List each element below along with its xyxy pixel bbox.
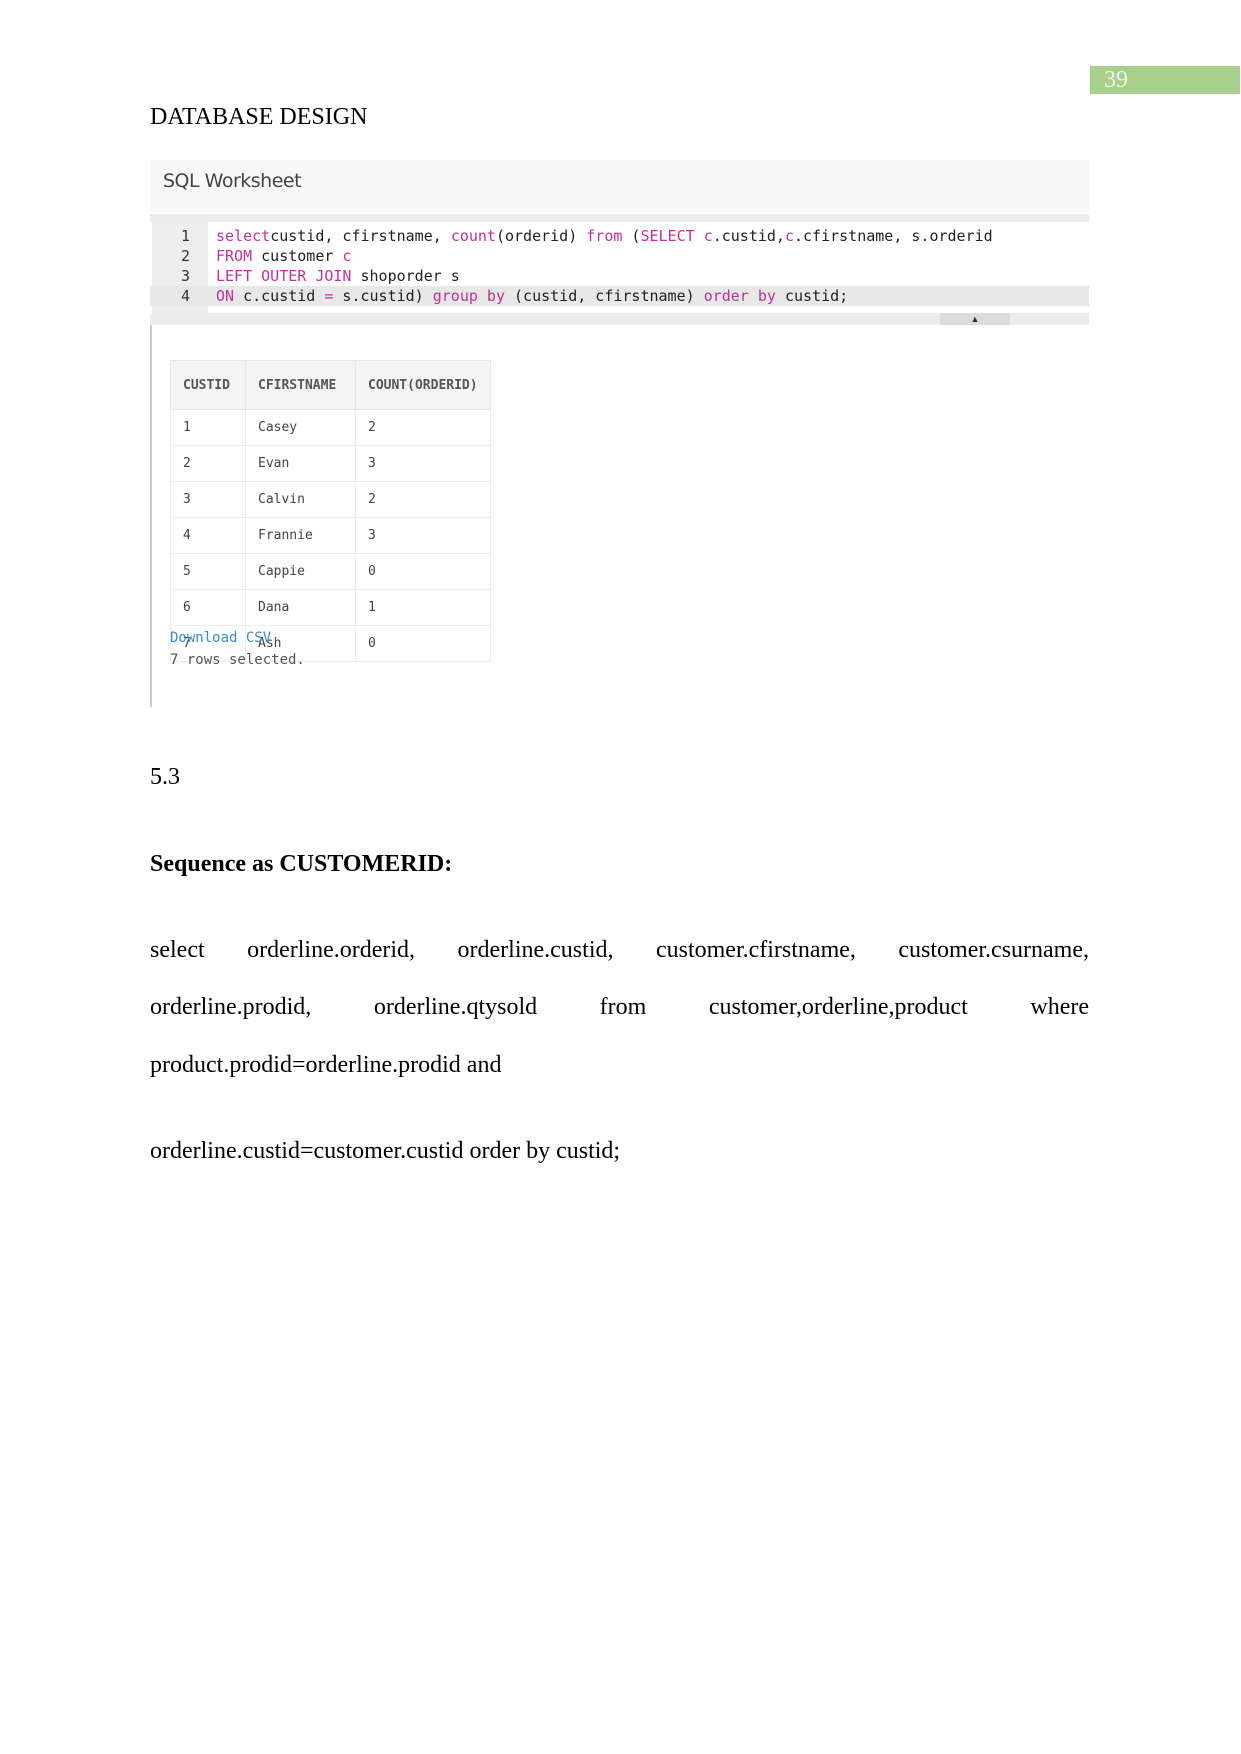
sql-text: custid, cfirstname, xyxy=(270,227,451,245)
table-cell: Calvin xyxy=(245,481,356,518)
query-line: orderline.prodid, orderline.qtysold from… xyxy=(150,994,1089,1020)
pane-divider[interactable]: ▲ xyxy=(150,313,1089,325)
table-row: 1 Casey 2 xyxy=(170,409,491,446)
table-cell: Evan xyxy=(245,445,356,482)
table-cell: Cappie xyxy=(245,553,356,590)
line-number: 3 xyxy=(180,267,190,285)
sql-text: shoporder s xyxy=(351,267,460,285)
sql-text: customer xyxy=(252,247,343,265)
code-text: selectcustid, cfirstname, count(orderid)… xyxy=(216,226,993,246)
table-cell: 2 xyxy=(355,409,491,446)
rows-selected-status: 7 rows selected. xyxy=(170,652,305,668)
table-cell: Frannie xyxy=(245,517,356,554)
table-cell: 1 xyxy=(355,589,491,626)
sql-keyword: c xyxy=(342,247,352,265)
code-text: LEFT OUTER JOIN shoporder s xyxy=(216,266,460,286)
table-row: 3 Calvin 2 xyxy=(170,481,491,518)
sql-text: .custid, xyxy=(712,227,785,245)
worksheet-header: SQL Worksheet xyxy=(150,160,1089,212)
table-cell: 0 xyxy=(355,625,491,662)
table-cell: Dana xyxy=(245,589,356,626)
table-row: 2 Evan 3 xyxy=(170,445,491,482)
sql-text: custid; xyxy=(775,287,849,305)
sql-keyword: FROM xyxy=(216,247,253,265)
column-header: COUNT(ORDERID) xyxy=(355,360,491,410)
table-cell: 0 xyxy=(355,553,491,590)
code-text: ON c.custid = s.custid) group by (custid… xyxy=(216,286,848,306)
section-number: 5.3 xyxy=(150,764,180,790)
table-cell: 2 xyxy=(355,481,491,518)
collapse-arrow-icon[interactable]: ▲ xyxy=(940,313,1010,325)
page-number: 39 xyxy=(1090,66,1240,94)
sql-keyword: LEFT OUTER JOIN xyxy=(216,267,352,285)
sql-text: ( xyxy=(622,227,641,245)
sql-keyword: SELECT xyxy=(640,227,695,245)
line-number: 2 xyxy=(180,247,190,265)
sql-keyword: ON xyxy=(216,287,235,305)
table-cell: 1 xyxy=(170,409,246,446)
table-cell: 3 xyxy=(170,481,246,518)
results-pane: CUSTID CFIRSTNAME COUNT(ORDERID) 1 Casey 2 2 E… xyxy=(150,325,1089,707)
column-header: CFIRSTNAME xyxy=(245,360,356,410)
column-header: CUSTID xyxy=(170,360,246,410)
sql-keyword: from xyxy=(586,227,623,245)
code-editor[interactable]: 1 selectcustid, cfirstname, count(orderid… xyxy=(150,214,1089,314)
sql-text: s.custid) xyxy=(333,287,433,305)
table-cell: 4 xyxy=(170,517,246,554)
code-line[interactable]: 1 selectcustid, cfirstname, count(orderid… xyxy=(150,226,1089,246)
line-number: 1 xyxy=(180,227,190,245)
table-cell: 3 xyxy=(355,445,491,482)
sql-keyword: group by xyxy=(432,287,505,305)
results-table: CUSTID CFIRSTNAME COUNT(ORDERID) 1 Casey 2 2 E… xyxy=(170,360,491,662)
sql-text: (orderid) xyxy=(495,227,587,245)
table-cell: 2 xyxy=(170,445,246,482)
worksheet-title: SQL Worksheet xyxy=(163,170,302,192)
query-last-line: orderline.custid=customer.custid order b… xyxy=(150,1138,621,1164)
code-line[interactable]: 3 LEFT OUTER JOIN shoporder s xyxy=(150,266,1089,286)
table-row: 6 Dana 1 xyxy=(170,589,491,626)
query-line: select orderline.orderid, orderline.cust… xyxy=(150,937,1089,963)
code-line[interactable]: 2 FROM customer c xyxy=(150,246,1089,266)
table-cell: 3 xyxy=(355,517,491,554)
sql-keyword: c xyxy=(703,227,713,245)
sql-text: .cfirstname, s.orderid xyxy=(794,227,993,245)
table-row: 4 Frannie 3 xyxy=(170,517,491,554)
code-text: FROM customer c xyxy=(216,246,351,266)
table-cell: Casey xyxy=(245,409,356,446)
sql-text: c.custid xyxy=(234,287,325,305)
sql-worksheet-screenshot: SQL Worksheet 1 selectcustid, cfirstname,… xyxy=(150,160,1089,707)
sql-keyword: select xyxy=(216,227,271,245)
line-number: 4 xyxy=(180,287,190,305)
table-row: 5 Cappie 0 xyxy=(170,553,491,590)
query-line: product.prodid=orderline.prodid and xyxy=(150,1052,502,1078)
code-line[interactable]: 4 ON c.custid = s.custid) group by (custi… xyxy=(150,286,1089,306)
sql-keyword: order by xyxy=(703,287,776,305)
page-heading: DATABASE DESIGN xyxy=(150,104,368,130)
table-cell: 5 xyxy=(170,553,246,590)
table-cell: 6 xyxy=(170,589,246,626)
sql-text: (custid, cfirstname) xyxy=(505,287,704,305)
sql-keyword: c xyxy=(784,227,794,245)
download-csv-link[interactable]: Download CSV xyxy=(170,630,271,646)
sql-keyword: count xyxy=(450,227,496,245)
section-title: Sequence as CUSTOMERID: xyxy=(150,851,453,877)
